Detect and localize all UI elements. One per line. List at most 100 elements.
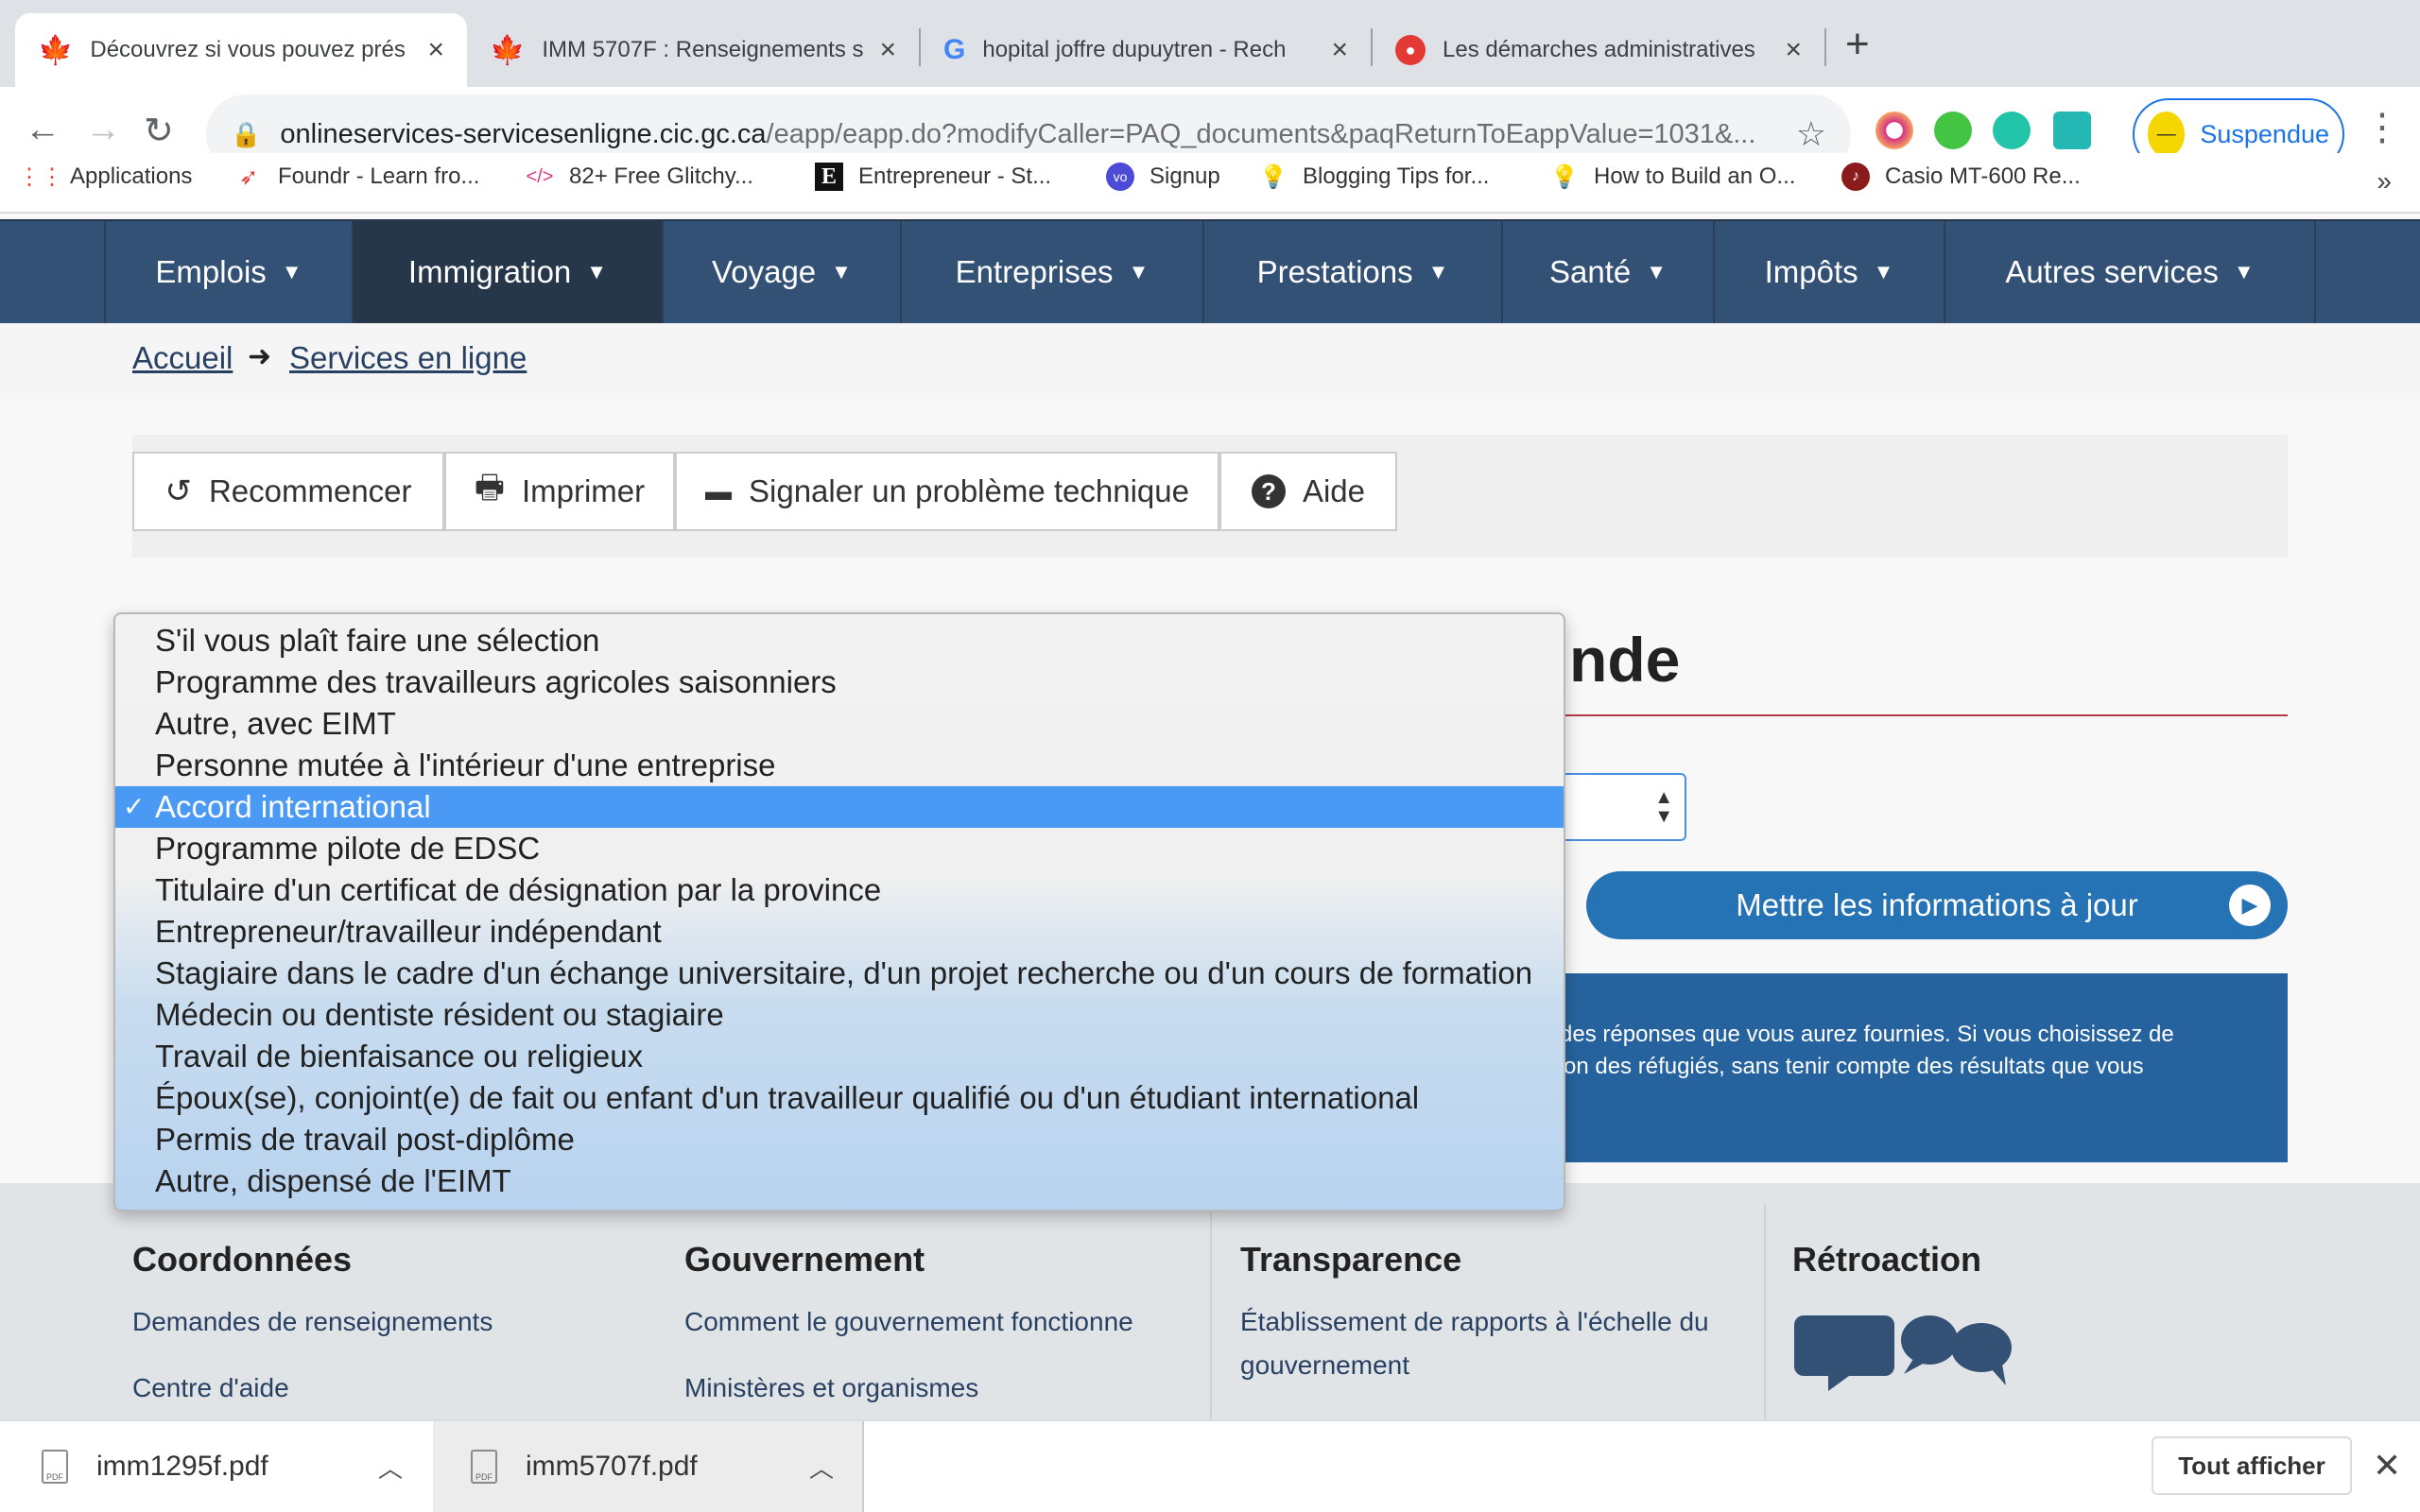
close-icon[interactable]: × <box>879 34 896 66</box>
bookmark-label: Casio MT-600 Re... <box>1885 163 2081 189</box>
dropdown-option[interactable]: Programme des travailleurs agricoles sai… <box>115 662 1564 703</box>
extension-icon[interactable] <box>2053 112 2091 149</box>
browser-tab-strip: 🍁 Découvrez si vous pouvez prés × 🍁 IMM … <box>0 0 2420 87</box>
restart-button[interactable]: ↺ Recommencer <box>132 452 444 531</box>
dropdown-option[interactable]: Programme pilote de EDSC <box>115 828 1564 869</box>
footer-heading: Rétroaction <box>1792 1240 1982 1279</box>
feedback-bubbles-icon[interactable] <box>1792 1304 2019 1399</box>
dropdown-option[interactable]: Permis de travail post-diplôme <box>115 1119 1564 1160</box>
close-icon[interactable]: × <box>427 34 444 66</box>
bookmark-item[interactable]: </> 82+ Free Glitchy... <box>526 163 753 191</box>
nav-item-prestations[interactable]: Prestations ▼ <box>1202 221 1501 323</box>
option-label: Programme pilote de EDSC <box>155 831 541 866</box>
show-all-downloads-button[interactable]: Tout afficher <box>2152 1436 2352 1495</box>
dropdown-option[interactable]: Titulaire d'un certificat de désignation… <box>115 869 1564 911</box>
reload-icon[interactable]: ↻ <box>144 110 174 152</box>
bookmarks-overflow-icon[interactable]: » <box>2377 166 2392 197</box>
bookmark-label: How to Build an O... <box>1594 163 1796 189</box>
download-item[interactable]: PDF imm1295f.pdf ︿ <box>0 1421 431 1512</box>
footer-link[interactable]: Comment le gouvernement fonctionne <box>684 1300 1133 1344</box>
dropdown-option[interactable]: Époux(se), conjoint(e) de fait ou enfant… <box>115 1077 1564 1119</box>
help-button[interactable]: ? Aide <box>1219 452 1397 531</box>
dropdown-option[interactable]: Personne mutée à l'intérieur d'une entre… <box>115 745 1564 786</box>
bookmark-item[interactable]: 💡 How to Build an O... <box>1550 163 1795 191</box>
forward-icon[interactable]: → <box>85 110 121 150</box>
close-icon[interactable]: × <box>1785 34 1802 66</box>
dropdown-option[interactable]: Médecin ou dentiste résident ou stagiair… <box>115 994 1564 1036</box>
dropdown-option-selected[interactable]: ✓ Accord international <box>115 786 1564 828</box>
chevron-down-icon: ▼ <box>831 260 852 284</box>
footer-link[interactable]: Centre d'aide <box>132 1366 289 1410</box>
nav-item-entreprises[interactable]: Entreprises ▼ <box>900 221 1202 323</box>
option-label: Stagiaire dans le cadre d'un échange uni… <box>155 955 1533 990</box>
bookmarks-bar: ⋮⋮ Applications ➶ Foundr - Learn fro... … <box>0 153 2420 214</box>
bookmark-item[interactable]: ➶ Foundr - Learn fro... <box>234 163 480 191</box>
more-menu-icon[interactable]: ⋮ <box>2363 106 2401 149</box>
nav-item-voyage[interactable]: Voyage ▼ <box>662 221 900 323</box>
downloads-bar: PDF imm1295f.pdf ︿ PDF imm5707f.pdf ︿ To… <box>0 1419 2420 1512</box>
option-label: Programme des travailleurs agricoles sai… <box>155 664 837 699</box>
dropdown-option[interactable]: Autre, dispensé de l'EIMT <box>115 1160 1564 1202</box>
dropdown-option[interactable]: S'il vous plaît faire une sélection <box>115 620 1564 662</box>
pdf-file-icon: PDF <box>471 1450 497 1484</box>
nav-item-impots[interactable]: Impôts ▼ <box>1713 221 1944 323</box>
dropdown-option[interactable]: Autre, avec EIMT <box>115 703 1564 745</box>
footer-link[interactable]: Demandes de renseignements <box>132 1300 493 1344</box>
pin-icon: ● <box>1395 35 1426 65</box>
chevron-up-icon[interactable]: ︿ <box>809 1450 834 1485</box>
category-dropdown-list[interactable]: S'il vous plaît faire une sélection Prog… <box>113 612 1565 1211</box>
tab-active[interactable]: 🍁 Découvrez si vous pouvez prés × <box>15 13 467 87</box>
google-icon: G <box>943 34 966 65</box>
chevron-down-icon: ▼ <box>281 260 302 284</box>
option-label: Accord international <box>155 789 431 824</box>
footer-link[interactable]: gouvernement <box>1240 1344 1409 1387</box>
back-icon[interactable]: ← <box>25 110 60 150</box>
chevron-up-icon[interactable]: ︿ <box>378 1450 403 1485</box>
bookmark-item[interactable]: ♪ Casio MT-600 Re... <box>1841 163 2081 191</box>
update-button-label: Mettre les informations à jour <box>1736 887 2138 922</box>
option-label: Permis de travail post-diplôme <box>155 1122 575 1157</box>
update-information-button[interactable]: Mettre les informations à jour ▶ <box>1586 871 2288 939</box>
print-button[interactable]: 🖶 Imprimer <box>444 452 675 531</box>
footer-heading: Coordonnées <box>132 1240 353 1279</box>
close-icon[interactable]: × <box>1331 34 1348 66</box>
dropdown-option[interactable]: Stagiaire dans le cadre d'un échange uni… <box>115 953 1564 994</box>
breadcrumb-home-link[interactable]: Accueil <box>132 340 233 376</box>
nav-item-emplois[interactable]: Emplois ▼ <box>104 221 352 323</box>
star-icon[interactable]: ☆ <box>1796 114 1826 154</box>
nav-item-immigration[interactable]: Immigration ▼ <box>352 221 662 323</box>
nav-item-sante[interactable]: Santé ▼ <box>1501 221 1713 323</box>
footer-link[interactable]: Établissement de rapports à l'échelle du <box>1240 1300 1709 1344</box>
extension-icon[interactable] <box>1876 112 1913 149</box>
bulb-icon: 💡 <box>1259 163 1288 190</box>
tab[interactable]: 🍁 IMM 5707F : Renseignements s × <box>467 13 919 87</box>
bookmark-item[interactable]: E Entrepreneur - St... <box>815 163 1051 191</box>
bookmark-item[interactable]: vo Signup <box>1106 163 1220 191</box>
bookmark-item[interactable]: ⋮⋮ Applications <box>18 163 192 191</box>
close-icon[interactable]: ✕ <box>2373 1446 2401 1486</box>
download-item[interactable]: PDF imm5707f.pdf ︿ <box>433 1421 864 1512</box>
bookmark-item[interactable]: 💡 Blogging Tips for... <box>1259 163 1489 191</box>
option-label: Personne mutée à l'intérieur d'une entre… <box>155 747 776 782</box>
nav-item-autres-services[interactable]: Autres services ▼ <box>1944 221 2316 323</box>
option-label: Époux(se), conjoint(e) de fait ou enfant… <box>155 1080 1420 1115</box>
footer-government: Gouvernement Comment le gouvernement fon… <box>684 1183 1214 1419</box>
maple-leaf-icon: 🍁 <box>38 34 74 66</box>
dropdown-option[interactable]: Entrepreneur/travailleur indépendant <box>115 911 1564 953</box>
breadcrumb-online-services-link[interactable]: Services en ligne <box>289 340 527 376</box>
restart-icon: ↺ <box>164 473 192 509</box>
extension-icon[interactable] <box>1993 112 2031 149</box>
checkmark-icon: ✓ <box>123 792 146 821</box>
footer-feedback: Rétroaction <box>1792 1183 2322 1419</box>
tab[interactable]: ● Les démarches administratives × <box>1373 13 1824 87</box>
tab[interactable]: G hopital joffre dupuytren - Rech × <box>921 13 1371 87</box>
pdf-file-icon: PDF <box>42 1450 68 1484</box>
new-tab-button[interactable]: + <box>1845 21 1870 68</box>
bookmark-label: Blogging Tips for... <box>1303 163 1490 189</box>
extension-icon[interactable] <box>1934 112 1972 149</box>
report-problem-button[interactable]: ▬ Signaler un problème technique <box>675 452 1219 531</box>
footer-link[interactable]: Ministères et organismes <box>684 1366 978 1410</box>
dropdown-option[interactable]: Travail de bienfaisance ou religieux <box>115 1036 1564 1077</box>
info-text: e des réponses que vous aurez fournies. … <box>1541 1022 2174 1047</box>
chevron-down-icon: ▼ <box>1873 260 1894 284</box>
